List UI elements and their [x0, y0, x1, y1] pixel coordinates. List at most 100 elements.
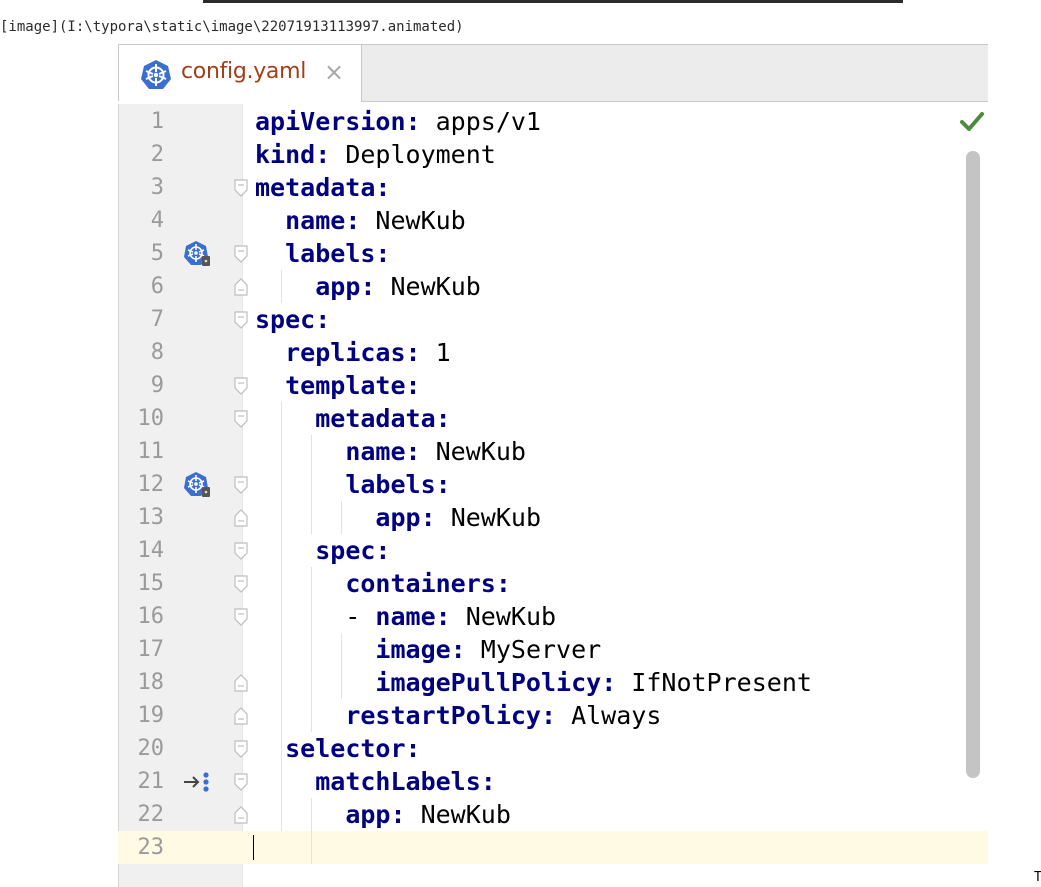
code-text: image: MyServer — [255, 633, 601, 666]
line-number: 1 — [150, 109, 164, 134]
code-line[interactable]: 3 metadata: — [118, 171, 988, 204]
fold-close-icon[interactable] — [234, 278, 248, 296]
line-number: 21 — [137, 769, 165, 794]
fold-close-icon[interactable] — [234, 707, 248, 725]
fold-open-icon[interactable] — [234, 608, 248, 626]
code-line[interactable]: 15 containers: — [118, 567, 988, 600]
fold-close-icon[interactable] — [234, 674, 248, 692]
code-line[interactable]: 4 name: NewKub — [118, 204, 988, 237]
fold-open-icon[interactable] — [234, 410, 248, 428]
code-line[interactable]: 1 apiVersion: apps/v1 — [118, 105, 988, 138]
code-line[interactable]: 7 spec: — [118, 303, 988, 336]
code-line[interactable]: 16 - name: NewKub — [118, 600, 988, 633]
tab-config-yaml[interactable]: config.yaml × — [119, 45, 362, 105]
code-line[interactable]: 5 labels: — [118, 237, 988, 270]
fold-close-icon[interactable] — [234, 509, 248, 527]
fold-open-icon[interactable] — [234, 542, 248, 560]
code-text: app: NewKub — [255, 798, 511, 831]
fold-open-icon[interactable] — [234, 377, 248, 395]
yaml-value: NewKub — [420, 437, 526, 466]
yaml-key: app: — [375, 503, 436, 532]
code-line[interactable]: 23 — [118, 831, 988, 864]
tab-bar: config.yaml × — [118, 44, 988, 105]
top-edge-bar — [203, 0, 903, 3]
yaml-key: name: — [285, 206, 361, 235]
yaml-value: NewKub — [450, 602, 557, 631]
yaml-value: 1 — [420, 338, 451, 367]
fold-open-icon[interactable] — [234, 773, 248, 791]
code-line[interactable]: 10 metadata: — [118, 402, 988, 435]
code-line[interactable]: 9 template: — [118, 369, 988, 402]
kubernetes-label-icon[interactable] — [182, 470, 212, 500]
yaml-key: containers: — [345, 569, 511, 598]
fold-open-icon[interactable] — [234, 476, 248, 494]
line-number: 15 — [137, 571, 165, 596]
fold-open-icon[interactable] — [234, 311, 248, 329]
line-number: 9 — [150, 373, 164, 398]
text-cursor — [253, 835, 254, 860]
kubernetes-label-icon[interactable] — [182, 239, 212, 269]
line-number: 23 — [137, 835, 165, 860]
code-line[interactable]: 13 app: NewKub — [118, 501, 988, 534]
code-line[interactable]: 21 matchLabels: — [118, 765, 988, 798]
code-line[interactable]: 22 app: NewKub — [118, 798, 988, 831]
code-text: metadata: — [255, 402, 451, 435]
line-number: 3 — [150, 175, 164, 200]
yaml-key: labels: — [345, 470, 451, 499]
code-text: kind: Deployment — [255, 138, 496, 171]
code-line[interactable]: 12 labels: — [118, 468, 988, 501]
yaml-key: metadata: — [315, 404, 451, 433]
code-line[interactable]: 19 restartPolicy: Always — [118, 699, 988, 732]
code-line[interactable]: 8 replicas: 1 — [118, 336, 988, 369]
line-number: 4 — [150, 208, 164, 233]
code-line[interactable]: 17 image: MyServer — [118, 633, 988, 666]
code-text: metadata: — [255, 171, 390, 204]
yaml-key: template: — [285, 371, 421, 400]
code-text: name: NewKub — [255, 204, 466, 237]
code-text: apiVersion: apps/v1 — [255, 105, 541, 138]
fold-open-icon[interactable] — [234, 740, 248, 758]
line-number: 12 — [137, 472, 165, 497]
fold-open-icon[interactable] — [234, 245, 248, 263]
fold-close-icon[interactable] — [234, 806, 248, 824]
yaml-key: metadata: — [255, 173, 391, 202]
ide-editor-window: config.yaml × 1 apiVersion: apps/v1 2 kind:… — [118, 44, 988, 887]
code-line[interactable]: 18 imagePullPolicy: IfNotPresent — [118, 666, 988, 699]
close-icon[interactable]: × — [324, 58, 344, 86]
code-text: app: NewKub — [255, 501, 541, 534]
line-number: 7 — [150, 307, 164, 332]
code-text: - name: NewKub — [255, 600, 556, 633]
code-text: restartPolicy: Always — [255, 699, 661, 732]
kubernetes-icon — [141, 60, 171, 89]
selector-navigate-icon[interactable] — [182, 767, 212, 797]
yaml-value: NewKub — [360, 206, 466, 235]
line-number: 5 — [150, 241, 164, 266]
code-text: name: NewKub — [255, 435, 526, 468]
code-text: matchLabels: — [255, 765, 496, 798]
code-line[interactable]: 6 app: NewKub — [118, 270, 988, 303]
yaml-value: MyServer — [465, 635, 602, 664]
code-line[interactable]: 20 selector: — [118, 732, 988, 765]
yaml-key: app: — [345, 800, 406, 829]
code-text: containers: — [255, 567, 511, 600]
fold-open-icon[interactable] — [234, 179, 248, 197]
corner-character: T — [1034, 870, 1041, 885]
yaml-value: NewKub — [405, 800, 511, 829]
code-line[interactable]: 14 spec: — [118, 534, 988, 567]
code-text: template: — [255, 369, 421, 402]
fold-open-icon[interactable] — [234, 575, 248, 593]
code-line[interactable]: 2 kind: Deployment — [118, 138, 988, 171]
code-text: imagePullPolicy: IfNotPresent — [255, 666, 812, 699]
yaml-key: apiVersion: — [255, 107, 421, 136]
code-line[interactable]: 11 name: NewKub — [118, 435, 988, 468]
